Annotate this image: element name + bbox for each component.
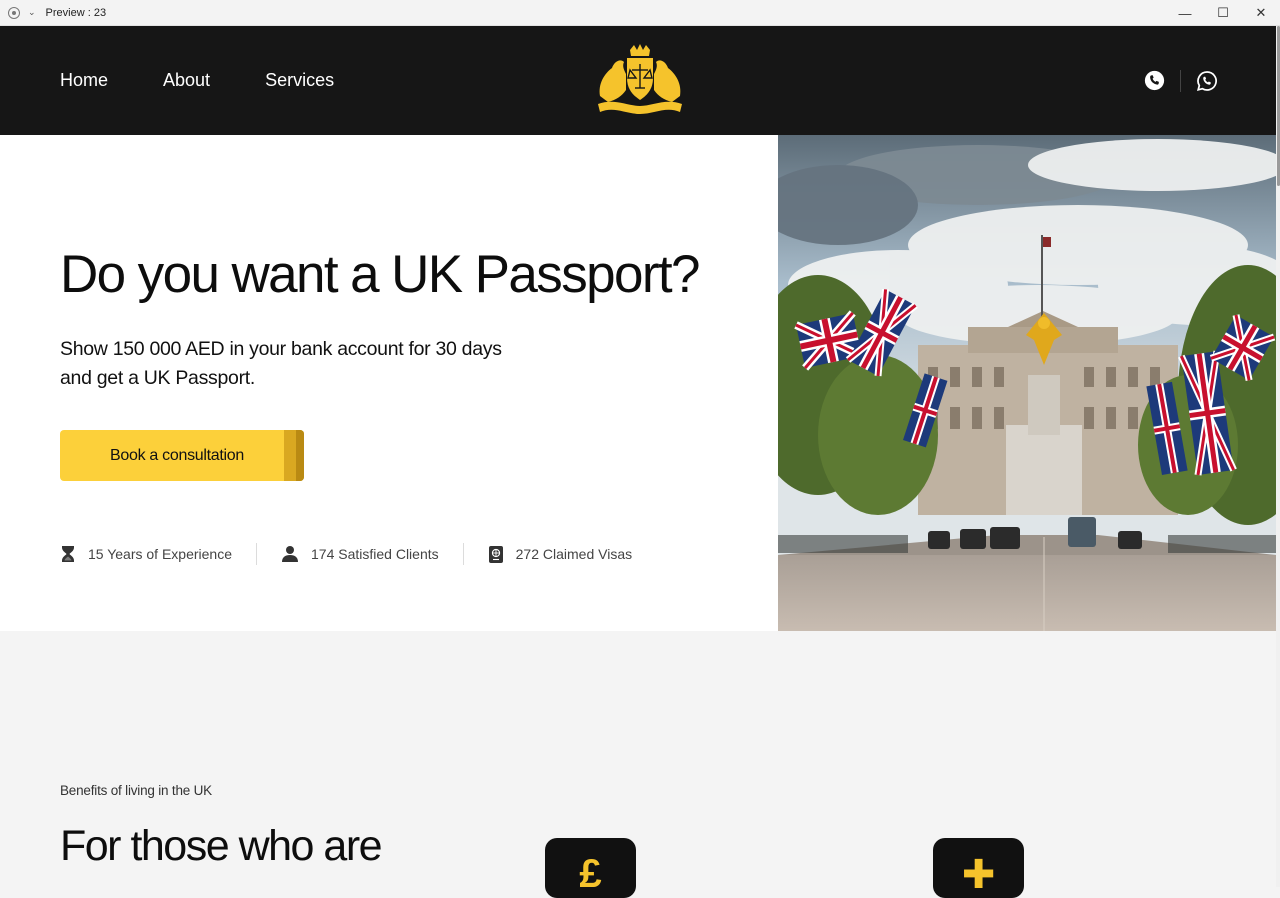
minimize-button[interactable]: —	[1166, 0, 1204, 26]
hourglass-icon	[62, 546, 74, 562]
button-edge-decoration	[284, 430, 304, 481]
nav-link-home[interactable]: Home	[60, 70, 108, 91]
app-icon	[8, 6, 20, 19]
pound-icon: £	[579, 852, 602, 896]
stat-experience-label: 15 Years of Experience	[88, 546, 232, 562]
chevron-down-icon[interactable]: ⌄	[28, 7, 36, 18]
site-header: Home About Services	[0, 26, 1276, 135]
hero-title: Do you want a UK Passport?	[60, 245, 701, 304]
whatsapp-icon[interactable]	[1196, 70, 1218, 92]
stat-experience: 15 Years of Experience	[60, 545, 232, 563]
window-title: Preview : 23	[45, 6, 107, 19]
nav-link-services[interactable]: Services	[265, 70, 334, 91]
stat-visas: 272 Claimed Visas	[488, 545, 632, 564]
hero-image-buckingham-palace	[778, 135, 1276, 631]
maximize-button[interactable]: ☐	[1204, 0, 1242, 26]
nav-link-about[interactable]: About	[163, 70, 210, 91]
benefits-title: For those who are	[60, 822, 383, 870]
crest-logo[interactable]	[594, 44, 686, 116]
hero-subtitle: Show 150 000 AED in your bank account fo…	[60, 338, 502, 389]
hero-section: Do you want a UK Passport? Show 150 000 …	[0, 135, 778, 631]
plus-icon: ✚	[961, 853, 996, 897]
stat-visas-label: 272 Claimed Visas	[515, 546, 633, 562]
nav-icon-divider	[1180, 69, 1181, 92]
passport-icon	[488, 545, 503, 563]
book-consultation-button[interactable]: Book a consultation	[60, 430, 304, 481]
user-icon	[282, 546, 298, 562]
stat-clients: 174 Satisfied Clients	[281, 545, 439, 563]
window-titlebar: ⌄ Preview : 23 — ☐ ✕	[0, 0, 1280, 26]
main-nav: Home About Services	[60, 26, 334, 135]
phone-icon[interactable]	[1143, 70, 1165, 92]
book-consultation-label: Book a consultation	[110, 446, 244, 464]
stat-divider	[256, 543, 257, 565]
benefit-card-plus: ✚	[933, 838, 1024, 898]
stat-divider	[462, 543, 464, 565]
close-button[interactable]: ✕	[1242, 0, 1280, 26]
stat-clients-label: 174 Satisfied Clients	[311, 546, 439, 562]
benefits-eyebrow: Benefits of living in the UK	[60, 783, 212, 798]
benefit-card-pound: £	[545, 838, 636, 898]
hero-stats: 15 Years of Experience 174 Satisfied Cli…	[60, 540, 632, 568]
